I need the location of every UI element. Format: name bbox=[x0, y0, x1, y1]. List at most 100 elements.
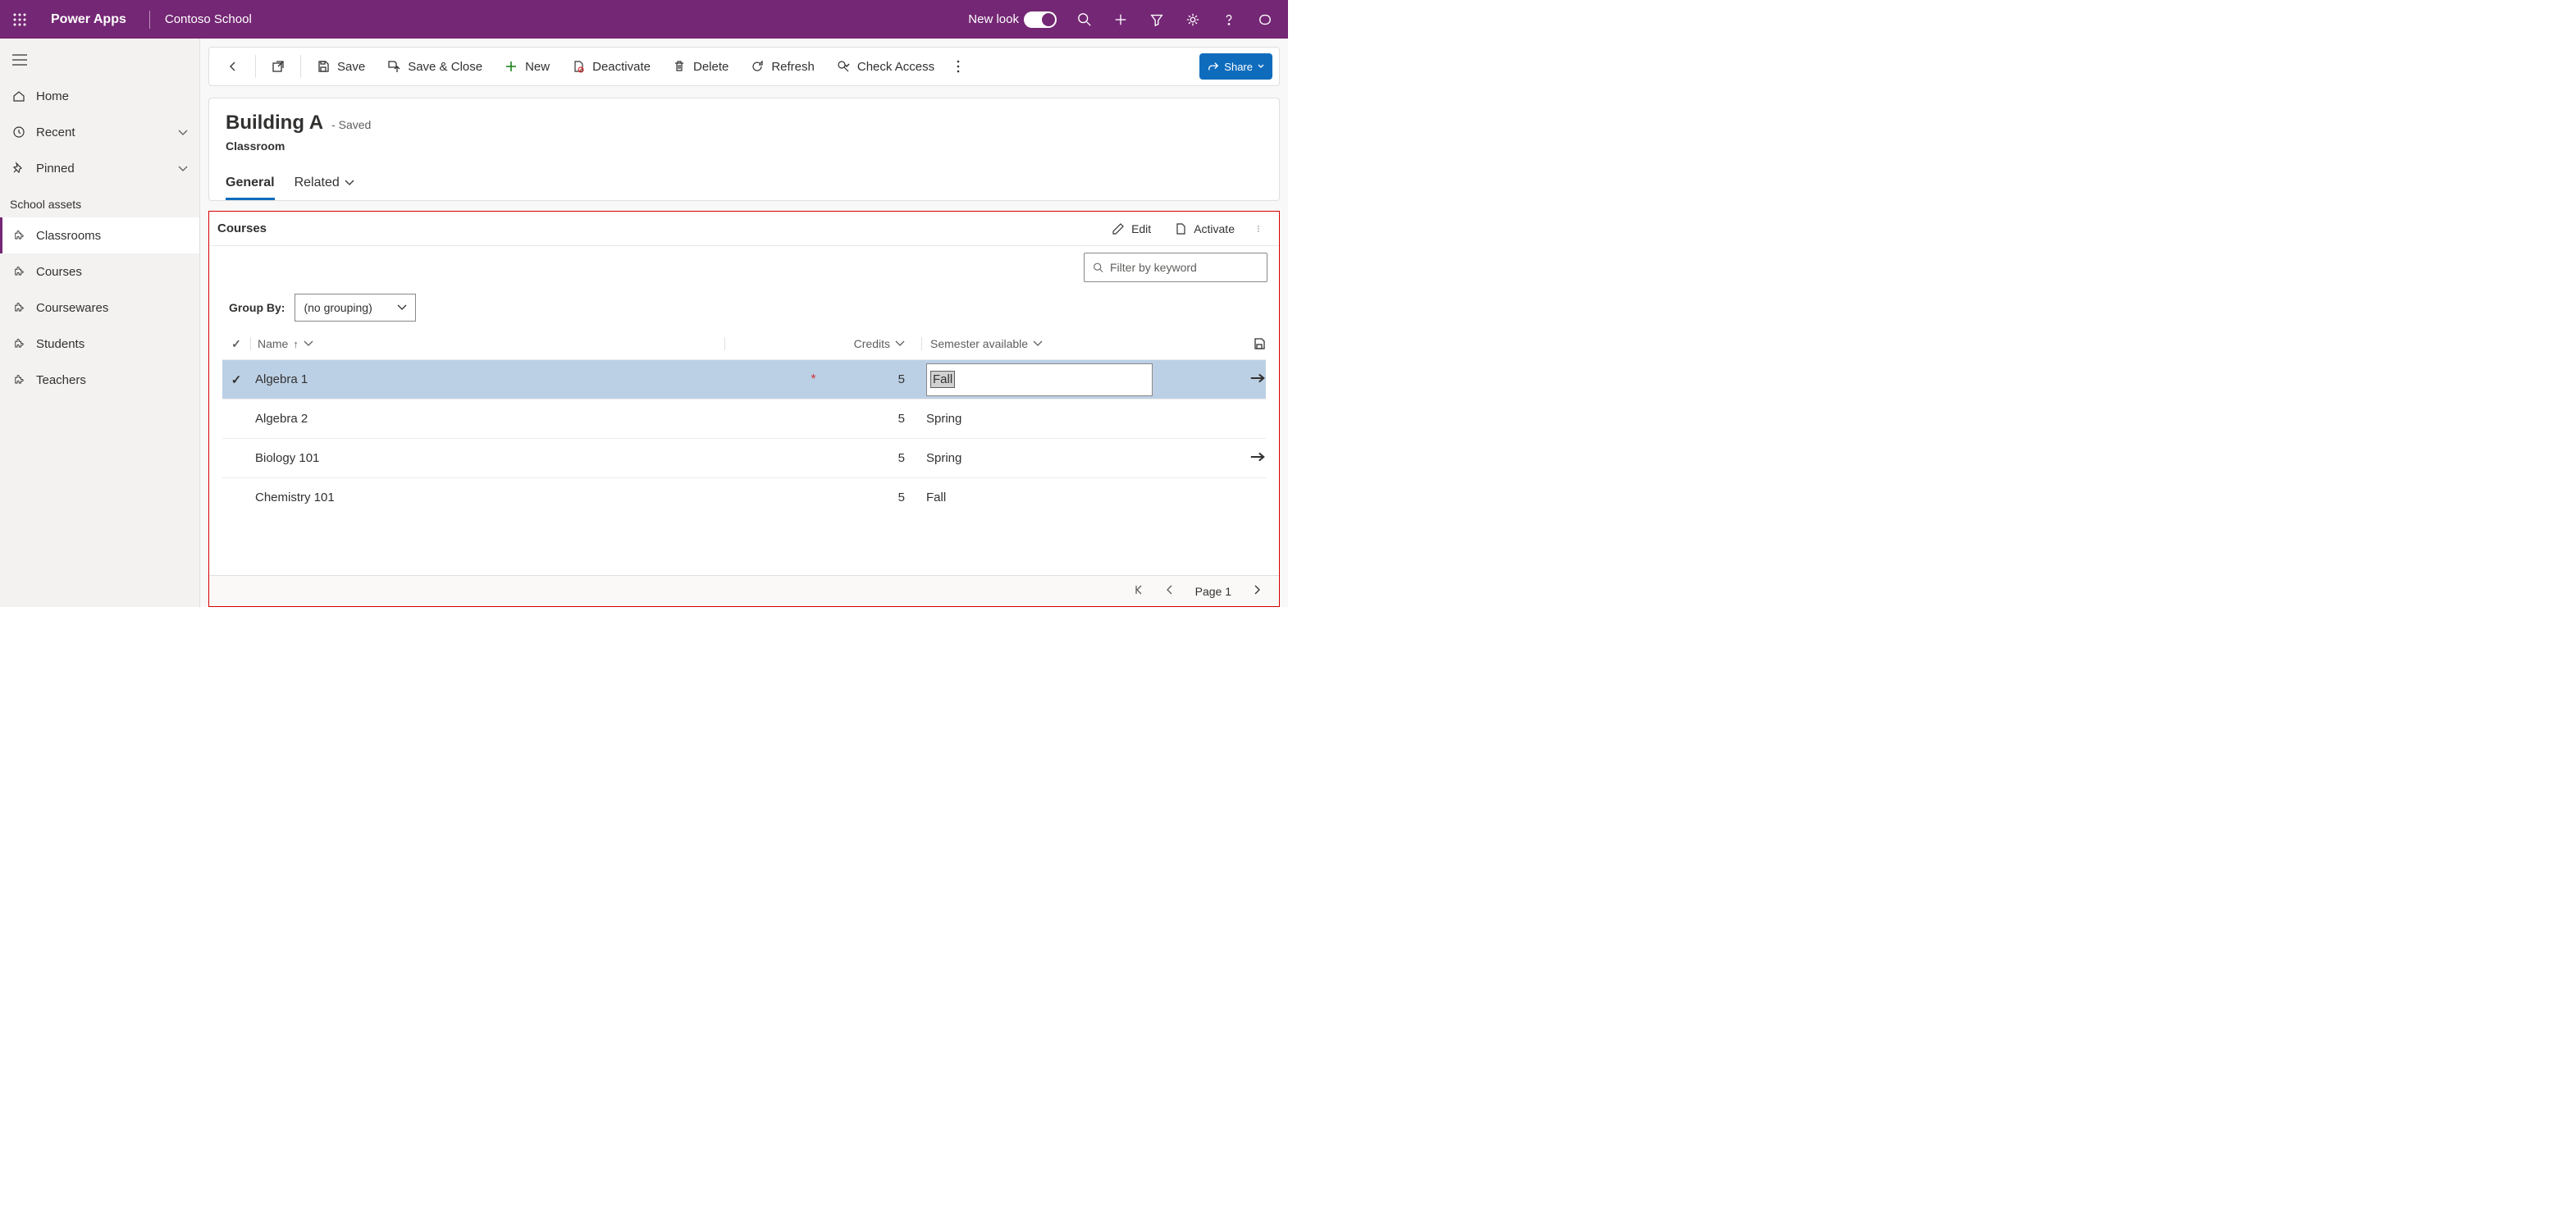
cell-credits[interactable]: 5 bbox=[898, 451, 905, 465]
sidebar-item-teachers[interactable]: Teachers bbox=[0, 362, 199, 398]
deactivate-button[interactable]: Deactivate bbox=[561, 52, 660, 81]
pager-next[interactable] bbox=[1251, 584, 1263, 598]
sidebar-home[interactable]: Home bbox=[0, 78, 199, 114]
semester-editor[interactable]: Fall bbox=[926, 363, 1153, 396]
open-record-arrow[interactable] bbox=[1249, 451, 1266, 466]
sidebar-recent[interactable]: Recent bbox=[0, 114, 199, 150]
search-button[interactable] bbox=[1068, 3, 1101, 36]
tab-general[interactable]: General bbox=[226, 169, 275, 200]
add-button[interactable] bbox=[1104, 3, 1137, 36]
cell-semester[interactable]: Fall bbox=[921, 363, 1167, 396]
subgrid-header: Courses Edit Activate bbox=[209, 212, 1279, 246]
groupby-select[interactable]: (no grouping) bbox=[295, 294, 415, 322]
app-header: Power Apps Contoso School New look bbox=[0, 0, 1288, 39]
table-row[interactable]: Biology 101 5 Spring bbox=[222, 438, 1266, 477]
column-credits[interactable]: Credits bbox=[724, 337, 921, 350]
main-area: Save Save & Close New Deactivate bbox=[200, 39, 1288, 607]
header-left: Power Apps Contoso School bbox=[7, 7, 252, 33]
settings-button[interactable] bbox=[1176, 3, 1209, 36]
sidebar-item-courses[interactable]: Courses bbox=[0, 253, 199, 290]
sidebar-item-label: Courses bbox=[36, 265, 82, 279]
delete-button[interactable]: Delete bbox=[662, 52, 738, 81]
chevron-down-icon[interactable] bbox=[304, 340, 313, 347]
help-button[interactable] bbox=[1213, 3, 1245, 36]
save-icon[interactable] bbox=[1253, 337, 1266, 350]
new-look-toggle[interactable] bbox=[1024, 11, 1057, 28]
required-indicator: * bbox=[811, 372, 848, 387]
cell-credits[interactable]: 5 bbox=[898, 372, 905, 386]
column-name-label: Name bbox=[258, 337, 288, 350]
cell-semester[interactable]: Spring bbox=[926, 451, 961, 465]
table-row[interactable]: Algebra 2 5 Spring bbox=[222, 399, 1266, 438]
document-icon bbox=[1174, 222, 1187, 235]
deactivate-icon bbox=[571, 59, 586, 74]
brand-label: Power Apps bbox=[43, 12, 135, 27]
refresh-label: Refresh bbox=[771, 60, 815, 74]
app-launcher-button[interactable] bbox=[7, 7, 33, 33]
check-access-button[interactable]: Check Access bbox=[826, 52, 944, 81]
help-icon bbox=[1222, 12, 1236, 27]
copilot-icon bbox=[1258, 12, 1272, 27]
check-access-label: Check Access bbox=[857, 60, 934, 74]
pager: Page 1 bbox=[209, 575, 1279, 606]
save-close-button[interactable]: Save & Close bbox=[377, 52, 492, 81]
subgrid-more-button[interactable] bbox=[1246, 214, 1271, 244]
filter-button[interactable] bbox=[1140, 3, 1173, 36]
sidebar-item-coursewares[interactable]: Coursewares bbox=[0, 290, 199, 326]
divider bbox=[149, 11, 150, 29]
filter-input-wrap[interactable] bbox=[1084, 253, 1267, 282]
tab-related[interactable]: Related bbox=[295, 169, 354, 200]
cell-name[interactable]: Biology 101 bbox=[255, 451, 319, 465]
sidebar-item-label: Coursewares bbox=[36, 301, 108, 315]
share-button[interactable]: Share bbox=[1199, 53, 1272, 80]
back-button[interactable] bbox=[216, 52, 250, 81]
plus-icon bbox=[504, 59, 518, 74]
column-semester-label: Semester available bbox=[930, 337, 1028, 350]
sidebar-recent-label: Recent bbox=[36, 126, 75, 139]
tab-general-label: General bbox=[226, 176, 275, 190]
table-row[interactable]: Chemistry 101 5 Fall bbox=[222, 477, 1266, 517]
tenant-label[interactable]: Contoso School bbox=[165, 12, 252, 26]
more-vertical-icon bbox=[951, 59, 966, 74]
groupby-row: Group By: (no grouping) bbox=[209, 289, 1279, 328]
sidebar-item-classrooms[interactable]: Classrooms bbox=[0, 217, 199, 253]
cell-name[interactable]: Algebra 1 bbox=[250, 372, 724, 386]
open-record-arrow[interactable] bbox=[1249, 372, 1266, 387]
grid-header: Name Credits Semester available bbox=[222, 328, 1266, 359]
new-look-label: New look bbox=[968, 12, 1019, 26]
cell-semester[interactable]: Fall bbox=[926, 491, 946, 504]
overflow-button[interactable] bbox=[946, 52, 971, 81]
cell-name[interactable]: Algebra 2 bbox=[255, 412, 308, 426]
sidebar-pinned[interactable]: Pinned bbox=[0, 150, 199, 186]
subgrid-activate-label: Activate bbox=[1194, 222, 1235, 235]
refresh-button[interactable]: Refresh bbox=[740, 52, 824, 81]
chevron-down-icon bbox=[178, 126, 188, 139]
filter-input[interactable] bbox=[1110, 261, 1258, 274]
cell-name[interactable]: Chemistry 101 bbox=[255, 491, 335, 504]
assistant-button[interactable] bbox=[1249, 3, 1281, 36]
cell-semester[interactable]: Spring bbox=[926, 412, 961, 426]
new-button[interactable]: New bbox=[494, 52, 560, 81]
subgrid-edit-button[interactable]: Edit bbox=[1100, 214, 1162, 244]
pager-prev[interactable] bbox=[1164, 584, 1176, 598]
sidebar-item-label: Classrooms bbox=[36, 229, 101, 243]
column-name[interactable]: Name bbox=[250, 337, 724, 350]
select-all-checkbox[interactable] bbox=[222, 337, 250, 351]
sidebar-item-students[interactable]: Students bbox=[0, 326, 199, 362]
search-icon bbox=[1093, 261, 1103, 274]
subgrid-activate-button[interactable]: Activate bbox=[1162, 214, 1246, 244]
cell-credits[interactable]: 5 bbox=[898, 412, 905, 426]
open-new-window-button[interactable] bbox=[261, 52, 295, 81]
sidebar-toggle[interactable] bbox=[2, 42, 38, 78]
save-button[interactable]: Save bbox=[306, 52, 375, 81]
row-checkbox[interactable] bbox=[222, 372, 250, 387]
column-semester[interactable]: Semester available bbox=[921, 337, 1167, 350]
groupby-value: (no grouping) bbox=[304, 301, 372, 314]
chevron-down-icon[interactable] bbox=[1033, 340, 1043, 347]
chevron-down-icon[interactable] bbox=[895, 340, 905, 347]
save-close-label: Save & Close bbox=[408, 60, 482, 74]
cell-credits[interactable]: 5 bbox=[898, 491, 905, 504]
table-row[interactable]: Algebra 1 * 5 Fall bbox=[222, 359, 1266, 399]
sidebar-pinned-label: Pinned bbox=[36, 162, 75, 176]
pager-first[interactable] bbox=[1133, 584, 1144, 598]
